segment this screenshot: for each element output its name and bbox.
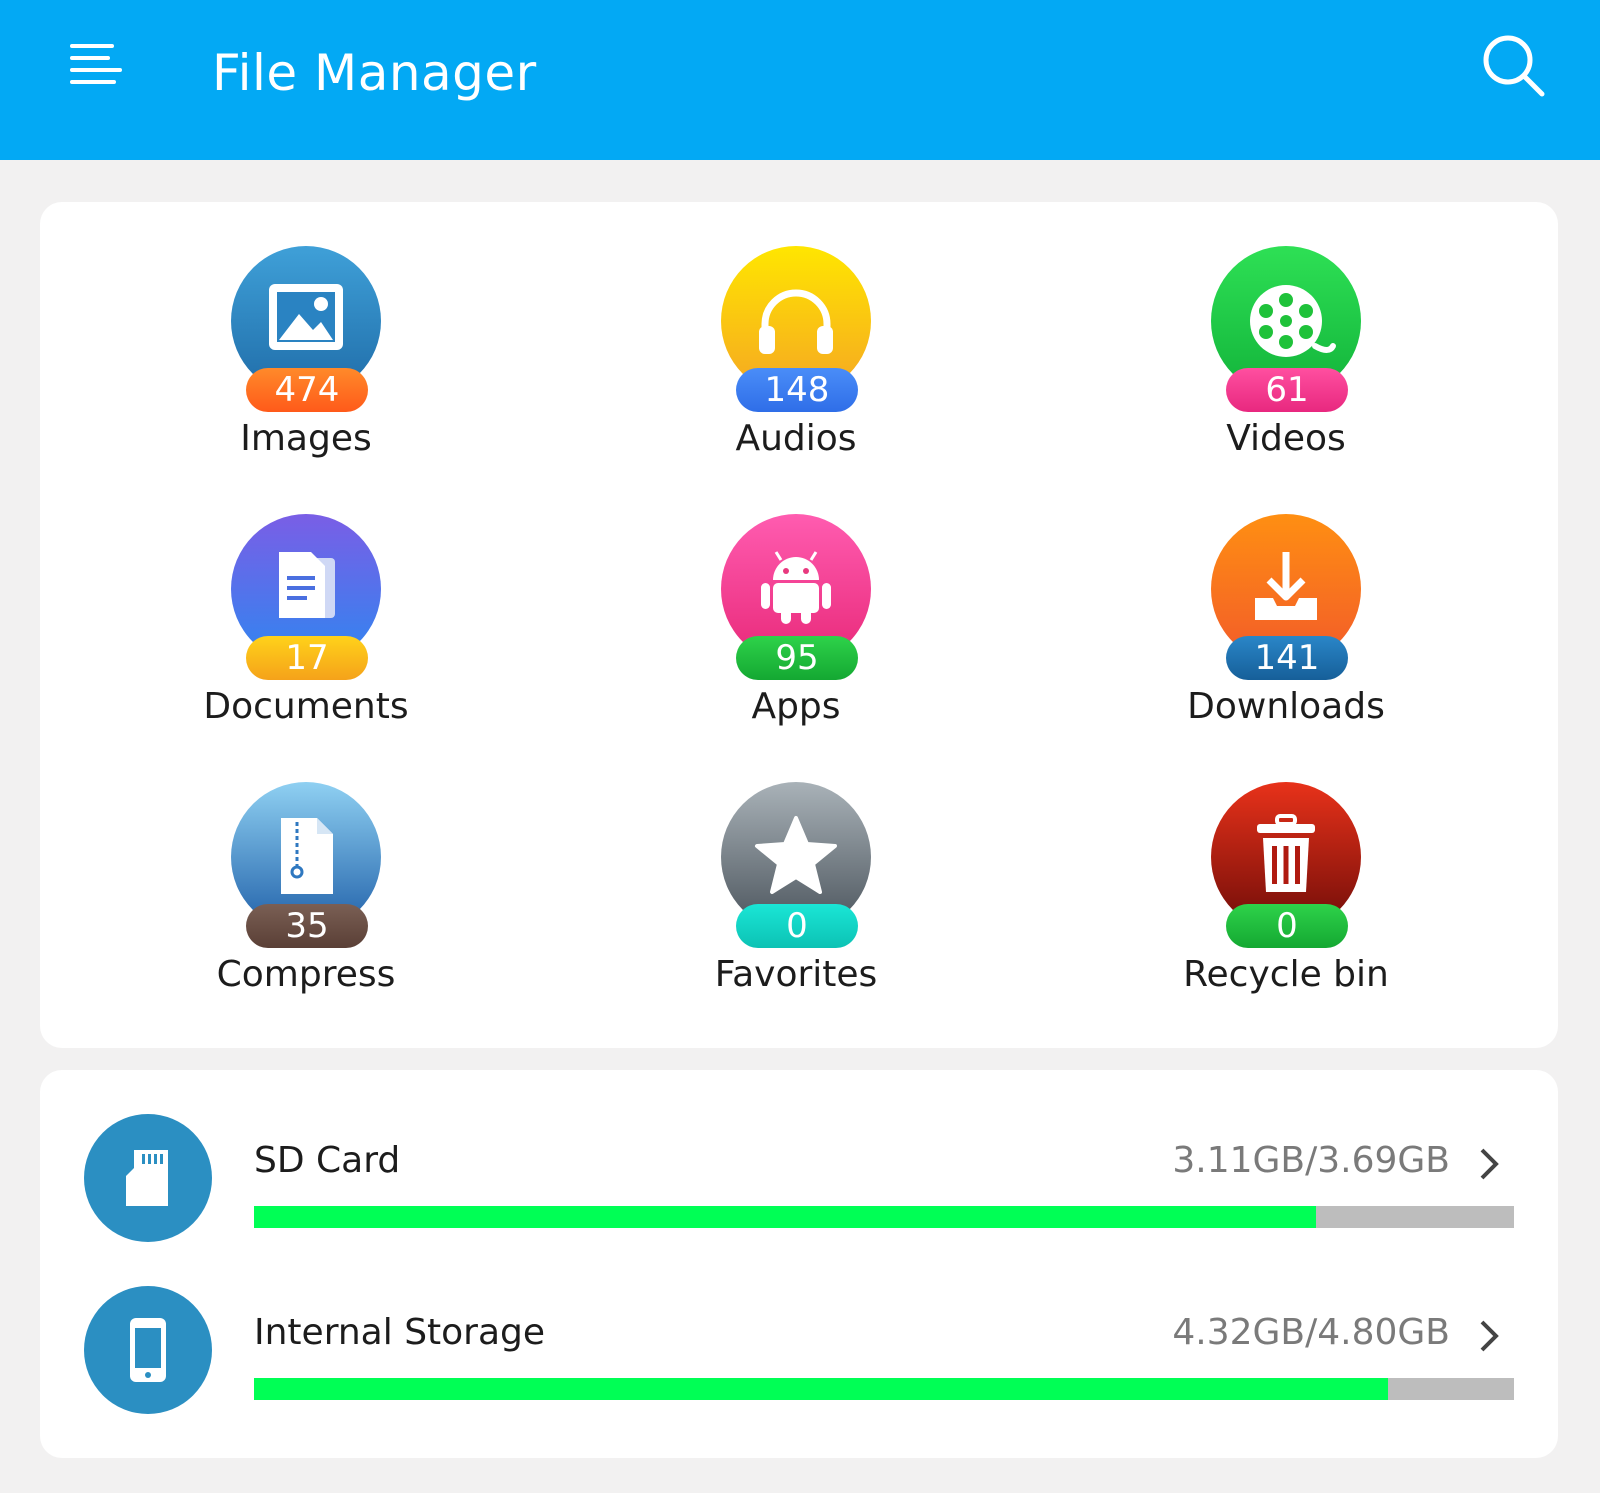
category-favorites[interactable]: 0 Favorites [646,782,946,1012]
storage-progress-bar [254,1378,1514,1400]
count-badge: 95 [736,636,858,680]
phone-icon [84,1286,212,1414]
category-images[interactable]: 474 Images [156,246,456,476]
count-badge: 148 [736,368,858,412]
chevron-right-icon [1470,1144,1510,1184]
category-label: Audios [735,418,857,459]
menu-icon[interactable] [64,38,124,90]
category-label: Images [240,418,372,459]
categories-card: 474 Images 148 Audios 61 Videos 17 Docum… [40,202,1558,1048]
storage-row-sd-card[interactable]: SD Card 3.11GB/3.69GB [40,1114,1558,1254]
storage-progress-fill [254,1206,1317,1228]
storage-name: SD Card [254,1140,401,1181]
count-badge: 61 [1226,368,1348,412]
category-label: Recycle bin [1183,954,1389,995]
count-badge: 141 [1226,636,1348,680]
category-label: Documents [203,686,409,727]
storage-usage: 4.32GB/4.80GB [1172,1312,1450,1353]
count-badge: 35 [246,904,368,948]
storage-card: SD Card 3.11GB/3.69GB Internal Storage 4… [40,1070,1558,1458]
storage-name: Internal Storage [254,1312,546,1353]
category-videos[interactable]: 61 Videos [1136,246,1436,476]
search-icon[interactable] [1480,32,1548,100]
storage-usage: 3.11GB/3.69GB [1172,1140,1450,1181]
category-audios[interactable]: 148 Audios [646,246,946,476]
storage-progress-bar [254,1206,1514,1228]
category-label: Downloads [1187,686,1385,727]
category-documents[interactable]: 17 Documents [156,514,456,744]
category-label: Favorites [714,954,878,995]
count-badge: 0 [736,904,858,948]
count-badge: 17 [246,636,368,680]
category-compress[interactable]: 35 Compress [156,782,456,1012]
page-title: File Manager [212,44,537,102]
category-apps[interactable]: 95 Apps [646,514,946,744]
chevron-right-icon [1470,1316,1510,1356]
sd-card-icon [84,1114,212,1242]
category-label: Compress [216,954,396,995]
category-label: Apps [751,686,841,727]
category-recycle-bin[interactable]: 0 Recycle bin [1136,782,1436,1012]
app-bar: File Manager [0,0,1600,160]
category-label: Videos [1226,418,1346,459]
count-badge: 474 [246,368,368,412]
storage-progress-fill [254,1378,1388,1400]
category-downloads[interactable]: 141 Downloads [1136,514,1436,744]
storage-row-internal-storage[interactable]: Internal Storage 4.32GB/4.80GB [40,1286,1558,1426]
count-badge: 0 [1226,904,1348,948]
file-manager-app: File Manager 474 Images 148 Audios 61 Vi… [0,0,1600,1493]
